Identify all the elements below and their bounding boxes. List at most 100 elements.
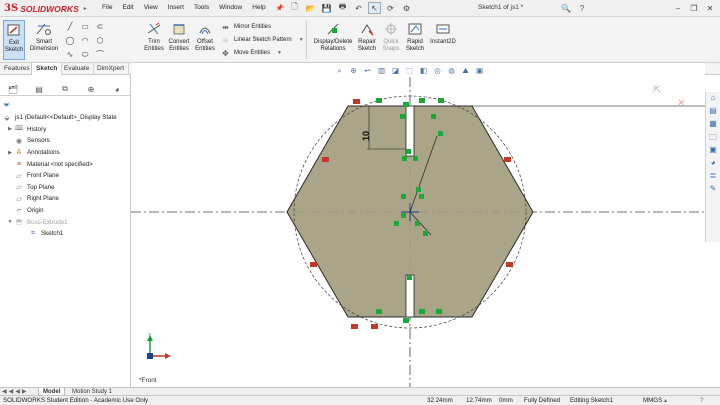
close-icon[interactable]: ✕ (704, 2, 716, 14)
filter-icon[interactable]: ⏷ (3, 100, 10, 111)
quick-snaps-button[interactable]: Quick Snaps (380, 20, 402, 52)
forum-icon[interactable]: ✎ (708, 184, 718, 196)
solidworks-logo[interactable]: 3S SOLIDWORKS ▸ (4, 2, 87, 15)
rectangle-icon[interactable]: ▭ (78, 20, 92, 33)
offset-entities-button[interactable]: Offset Entities (193, 20, 217, 52)
exit-sketch-button[interactable]: Exit Sketch (3, 20, 25, 60)
arc-icon[interactable]: ◠ (78, 34, 92, 47)
relation-marker (415, 221, 420, 226)
display-manager-icon[interactable]: ◕ (104, 83, 130, 95)
mirror-entities-button[interactable]: ⇹ Mirror Entities (220, 21, 271, 33)
appearances-icon[interactable]: ◕ (708, 158, 718, 170)
circle-icon[interactable]: ◯ (63, 34, 77, 47)
tree-item-annotations[interactable]: ▶ A Annotations (2, 147, 130, 159)
file-explorer-icon[interactable]: 🗀 (708, 132, 718, 144)
tree-item-right-plane[interactable]: ▱ Right Plane (2, 193, 130, 205)
menu-tools[interactable]: Tools (189, 4, 214, 12)
chevron-up-icon[interactable]: ▴ (664, 396, 667, 405)
tree-item-history[interactable]: ▶ 🕮 History (2, 124, 130, 136)
trim-entities-label: Trim Entities (144, 39, 164, 52)
view-palette-icon[interactable]: ▣ (708, 145, 718, 157)
menu-pin-icon[interactable]: ▸ (84, 5, 87, 12)
tree-item-origin[interactable]: ⌐ Origin (2, 205, 130, 217)
instant2d-button[interactable]: Instant2D (428, 20, 458, 46)
unit-system[interactable]: MMGS (643, 396, 662, 405)
dimension-value[interactable]: 10 (361, 131, 371, 141)
tab-dimxpert[interactable]: DimXpert (93, 63, 130, 75)
new-icon[interactable]: 🗋 (288, 2, 301, 14)
relation-marker (353, 99, 360, 104)
chevron-down-icon[interactable]: ▼ (299, 37, 304, 43)
tree-item-material[interactable]: ≡ Material <not specified> (2, 158, 130, 170)
display-delete-relations-button[interactable]: Display/Delete Relations (311, 20, 355, 52)
menu-insert[interactable]: Insert (163, 4, 189, 12)
chevron-down-icon[interactable]: ▼ (277, 50, 282, 56)
tree-item-part[interactable]: ⬙ js1 (Default<<Default>_Display State (2, 112, 130, 124)
menu-view[interactable]: View (139, 4, 163, 12)
convert-entities-button[interactable]: Convert Entities (166, 20, 192, 52)
graphics-area[interactable]: ⌕ ⊕ ↩ ▥ ◪ ⬚ ◧ ◎ ◍ ⛰ ▣ 10 Y ⇱ ✕ *Front (131, 63, 705, 387)
linear-sketch-pattern-button[interactable]: ⁘ Linear Sketch Pattern ▼ (220, 34, 304, 46)
save-icon[interactable]: 💾 (320, 2, 333, 14)
relation-marker (376, 98, 382, 103)
tab-sketch[interactable]: Sketch (31, 63, 63, 75)
menu-edit[interactable]: Edit (117, 4, 138, 12)
fillet-icon[interactable]: ⌒ (93, 48, 107, 61)
dimxpert-manager-icon[interactable]: ⊕ (78, 83, 104, 95)
menu-help[interactable]: Help (247, 4, 270, 12)
command-manager: Exit Sketch Smart Dimension ╱ ▭ ⊂ ◯ ◠ ⬡ … (0, 17, 720, 63)
tree-item-sensors[interactable]: ◉ Sensors (2, 135, 130, 147)
minimize-icon[interactable]: – (672, 2, 684, 14)
configuration-manager-icon[interactable]: ⧉ (52, 83, 78, 95)
open-icon[interactable]: 📂 (304, 2, 317, 14)
trim-icon (144, 20, 164, 38)
options-icon[interactable]: ⚙ (400, 2, 413, 14)
tree-item-front-plane[interactable]: ▱ Front Plane (2, 170, 130, 182)
window-controls: – ❐ ✕ (672, 2, 716, 14)
bottom-slot (405, 274, 415, 318)
expand-icon[interactable]: ▶ (6, 150, 14, 156)
print-icon[interactable]: 🖶 (336, 2, 349, 14)
property-manager-icon[interactable]: ▤ (26, 83, 52, 95)
sketch-tools-grid: ╱ ▭ ⊂ ◯ ◠ ⬡ ∿ ⬭ ⌒ (63, 20, 107, 61)
sensor-icon: ◉ (15, 137, 23, 145)
move-entities-button[interactable]: ✥ Move Entities ▼ (220, 47, 282, 59)
trim-entities-button[interactable]: Trim Entities (143, 20, 165, 52)
repair-sketch-button[interactable]: Repair Sketch (356, 20, 378, 52)
tab-evaluate[interactable]: Evaluate (60, 63, 95, 75)
resources-icon[interactable]: ▤ (708, 106, 718, 118)
undo-icon[interactable]: ↶ (352, 2, 365, 14)
slot-icon[interactable]: ⊂ (93, 20, 107, 33)
collapse-icon[interactable]: ▼ (6, 219, 14, 225)
tab-nav-arrows[interactable]: ◀◀◀▶ (2, 388, 28, 395)
polygon-icon[interactable]: ⬡ (93, 34, 107, 47)
tree-item-boss-extrude[interactable]: ▼ ⬒ Boss-Extrude1 (2, 216, 130, 228)
relation-marker (506, 262, 513, 267)
separator (306, 21, 307, 59)
feature-manager-icon[interactable]: 🗂 (0, 83, 26, 95)
pin-icon[interactable]: 📌 (271, 4, 289, 12)
rebuild-icon[interactable]: ⟳ (384, 2, 397, 14)
home-icon[interactable]: ⌂ (708, 93, 718, 105)
custom-properties-icon[interactable]: ≣ (708, 171, 718, 183)
tab-features[interactable]: Features (0, 63, 35, 75)
help-icon[interactable]: ? (576, 2, 588, 14)
ellipse-icon[interactable]: ⬭ (78, 48, 92, 61)
smart-dimension-button[interactable]: Smart Dimension (27, 20, 61, 52)
tree-item-top-plane[interactable]: ▱ Top Plane (2, 182, 130, 194)
help-icon[interactable]: ? (700, 396, 703, 405)
expand-icon[interactable]: ▶ (6, 126, 14, 132)
select-icon[interactable]: ↖ (368, 2, 381, 14)
svg-text:✕: ✕ (677, 98, 685, 109)
restore-icon[interactable]: ❐ (688, 2, 700, 14)
rapid-sketch-button[interactable]: Rapid Sketch (404, 20, 426, 52)
relation-marker (431, 114, 436, 119)
design-library-icon[interactable]: ▦ (708, 119, 718, 131)
menu-file[interactable]: File (97, 4, 117, 12)
menu-window[interactable]: Window (214, 4, 247, 12)
spline-icon[interactable]: ∿ (63, 48, 77, 61)
tree-item-sketch1[interactable]: ⌗ Sketch1 (2, 228, 130, 240)
line-icon[interactable]: ╱ (63, 20, 77, 33)
search-icon[interactable]: 🔍 (560, 2, 572, 14)
panel-scroll-track[interactable] (4, 77, 126, 81)
